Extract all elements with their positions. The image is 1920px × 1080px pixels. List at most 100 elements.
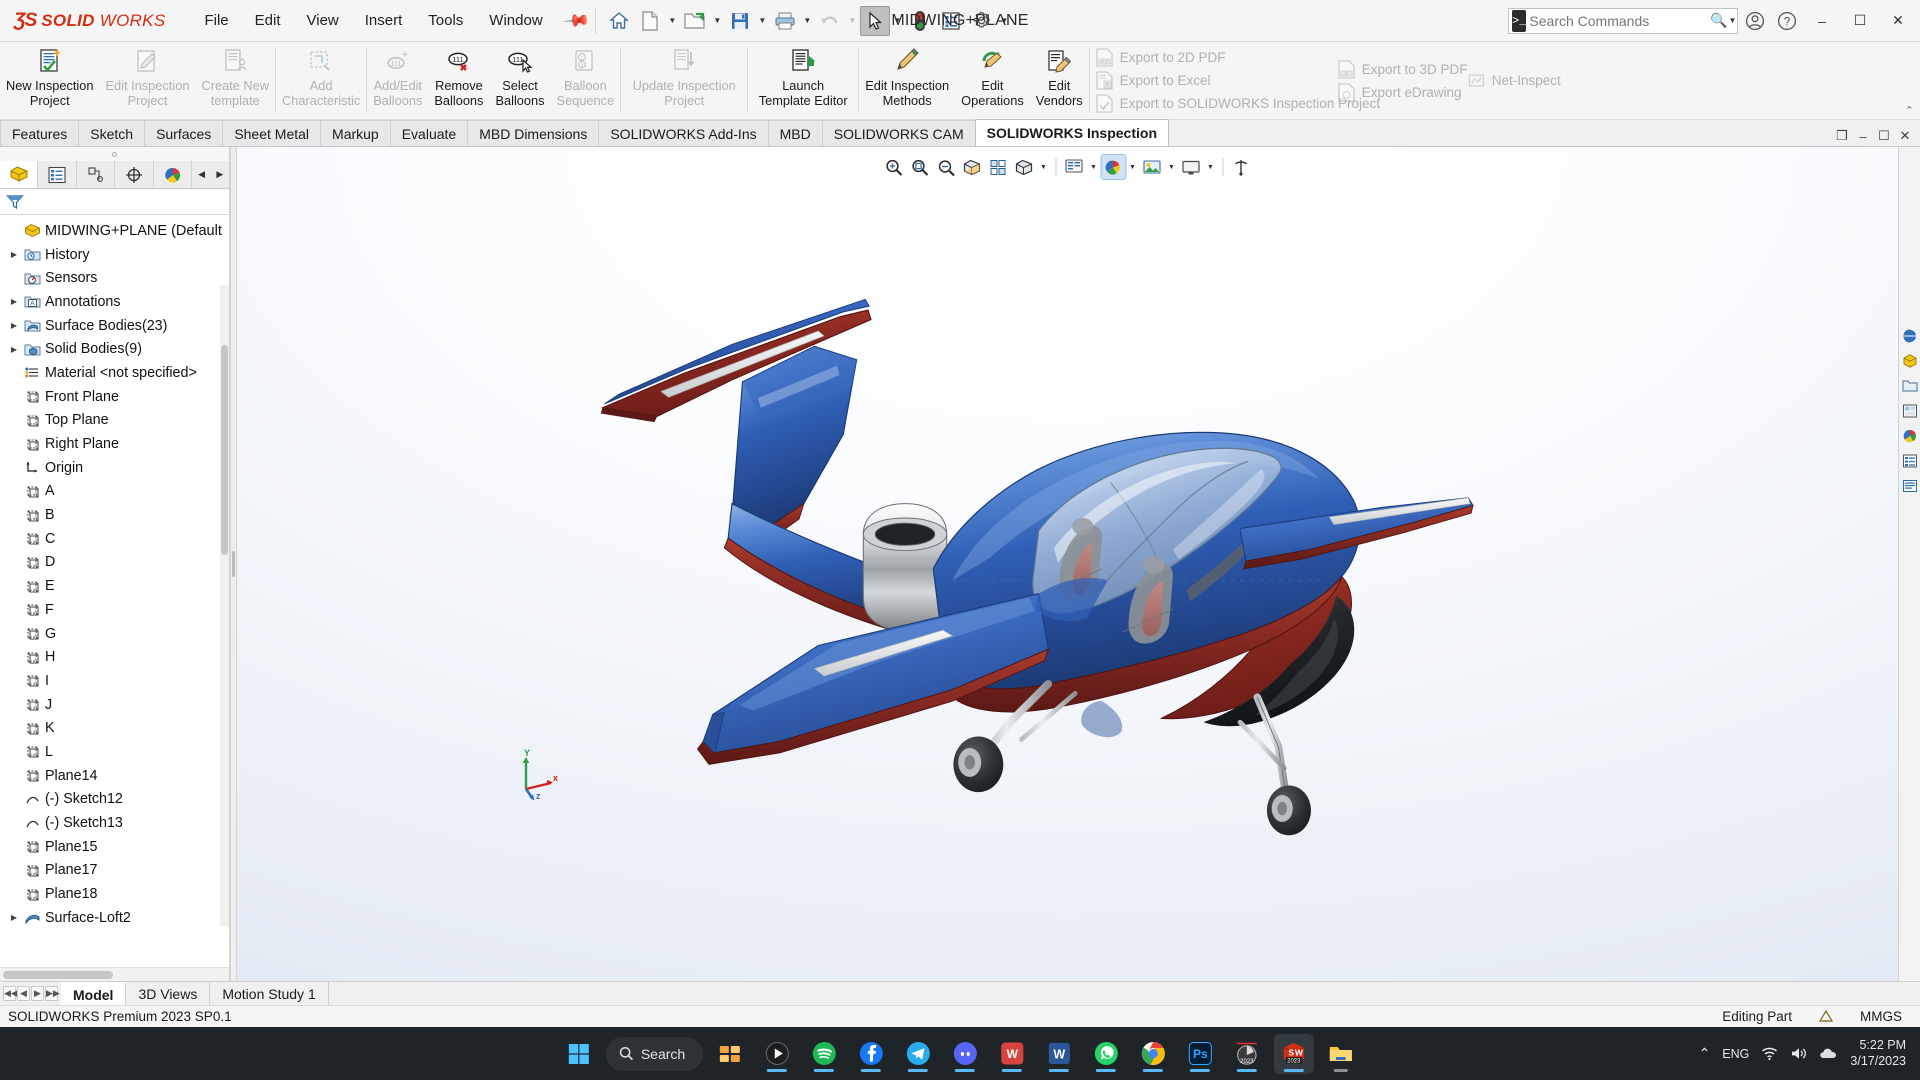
bottom-tab-motion-study[interactable]: Motion Study 1: [210, 982, 328, 1005]
solidworks-resources-icon[interactable]: [1899, 323, 1920, 348]
pin-icon[interactable]: 📌: [562, 6, 591, 35]
window-close-button[interactable]: ✕: [1880, 6, 1916, 36]
select-pointer-icon[interactable]: [860, 6, 890, 36]
tree-item-plane14[interactable]: ▶Plane14: [0, 764, 229, 788]
edit-operations-button[interactable]: Edit Operations: [955, 42, 1030, 119]
tree-item-sketch13[interactable]: ▶(-) Sketch13: [0, 811, 229, 835]
tree-item-origin[interactable]: ▶ Origin: [0, 456, 229, 480]
tab-surfaces[interactable]: Surfaces: [144, 120, 223, 146]
status-unit-system[interactable]: MMGS: [1860, 1009, 1902, 1024]
tree-item-front-plane[interactable]: ▶ Front Plane: [0, 385, 229, 409]
taskview-icon[interactable]: [710, 1034, 750, 1074]
hide-show-items-icon[interactable]: [1062, 155, 1086, 179]
restore-window-icon[interactable]: ❐: [1833, 128, 1851, 144]
tab-evaluate[interactable]: Evaluate: [390, 120, 468, 146]
configuration-manager-tab[interactable]: [77, 161, 115, 188]
dimxpert-manager-tab[interactable]: [115, 161, 153, 188]
tree-item-plane-f[interactable]: ▶F: [0, 598, 229, 622]
taskbar-search-box[interactable]: Search: [606, 1037, 703, 1071]
photoshop-icon[interactable]: Ps: [1180, 1034, 1220, 1074]
aircraft-3d-model[interactable]: [237, 147, 1898, 981]
facebook-icon[interactable]: [851, 1034, 891, 1074]
user-account-icon[interactable]: [1740, 6, 1770, 36]
first-tab-button[interactable]: ◀◀: [3, 986, 16, 1001]
feature-tree-filter[interactable]: [0, 189, 229, 215]
launch-template-editor-button[interactable]: Launch Template Editor: [748, 42, 858, 119]
ribbon-collapse-chevron[interactable]: ⌃: [1905, 104, 1914, 117]
discord-icon[interactable]: [945, 1034, 985, 1074]
tab-solidworks-cam[interactable]: SOLIDWORKS CAM: [822, 120, 976, 146]
tab-sketch[interactable]: Sketch: [78, 120, 145, 146]
search-input[interactable]: [1529, 13, 1710, 29]
display-manager-tab[interactable]: [154, 161, 192, 188]
edit-appearance-icon[interactable]: [1101, 155, 1125, 179]
search-icon[interactable]: 🔍: [1710, 12, 1727, 29]
panel-splitter[interactable]: [230, 147, 237, 981]
prev-tab-button[interactable]: ◀: [17, 986, 30, 1001]
media-player-icon[interactable]: [757, 1034, 797, 1074]
design-library-icon[interactable]: [1899, 348, 1920, 373]
zoom-to-area-icon[interactable]: [908, 155, 932, 179]
3ds-max-icon[interactable]: 2023: [1227, 1034, 1267, 1074]
windows-start-icon[interactable]: [559, 1034, 599, 1074]
view-settings-dropdown-arrow[interactable]: ▼: [1205, 155, 1216, 179]
unit-system-icon[interactable]: [1818, 1009, 1834, 1024]
feature-manager-handle[interactable]: [0, 147, 229, 161]
tree-item-plane18[interactable]: ▶Plane18: [0, 882, 229, 906]
file-explorer-app-icon[interactable]: [1321, 1034, 1361, 1074]
next-tab-button[interactable]: ▶: [31, 986, 44, 1001]
volume-icon[interactable]: [1790, 1046, 1807, 1061]
menu-item-insert[interactable]: Insert: [352, 7, 416, 34]
chrome-icon[interactable]: [1133, 1034, 1173, 1074]
realview-icon[interactable]: [1229, 155, 1253, 179]
solidworks-forum-icon[interactable]: [1899, 473, 1920, 498]
tree-item-plane-j[interactable]: ▶J: [0, 693, 229, 717]
menu-item-file[interactable]: File: [191, 7, 241, 34]
tree-item-sketch12[interactable]: ▶(-) Sketch12: [0, 788, 229, 812]
minimize-window-icon[interactable]: –: [1854, 129, 1872, 144]
wifi-icon[interactable]: [1761, 1046, 1778, 1061]
tree-item-plane-e[interactable]: ▶E: [0, 574, 229, 598]
custom-properties-icon[interactable]: [1899, 448, 1920, 473]
search-commands-box[interactable]: >_ 🔍 ▼: [1508, 8, 1738, 34]
view-orientation-icon[interactable]: [986, 155, 1010, 179]
language-indicator[interactable]: ENG: [1722, 1047, 1749, 1061]
bottom-tab-3d-views[interactable]: 3D Views: [126, 982, 210, 1005]
expander[interactable]: ▶: [6, 321, 22, 330]
solidworks-app-icon[interactable]: SW2023: [1274, 1034, 1314, 1074]
wps-office-icon[interactable]: W: [992, 1034, 1032, 1074]
tree-item-sensors[interactable]: ▶ Sensors: [0, 266, 229, 290]
tab-sheet-metal[interactable]: Sheet Metal: [222, 120, 321, 146]
search-dropdown-arrow[interactable]: ▼: [1728, 16, 1737, 25]
tree-item-plane-b[interactable]: ▶B: [0, 503, 229, 527]
apply-scene-icon[interactable]: [1140, 155, 1164, 179]
new-document-icon[interactable]: [635, 6, 665, 36]
print-dropdown-arrow[interactable]: ▼: [801, 6, 814, 36]
undo-icon[interactable]: [815, 6, 845, 36]
file-explorer-icon[interactable]: [1899, 373, 1920, 398]
tab-solidworks-add-ins[interactable]: SOLIDWORKS Add-Ins: [598, 120, 768, 146]
window-maximize-button[interactable]: ☐: [1842, 6, 1878, 36]
tab-mbd-dimensions[interactable]: MBD Dimensions: [467, 120, 599, 146]
print-icon[interactable]: [770, 6, 800, 36]
tray-chevron-icon[interactable]: ⌃: [1699, 1045, 1711, 1062]
appearance-dropdown-arrow[interactable]: ▼: [1127, 155, 1138, 179]
expander[interactable]: ▶: [6, 345, 22, 354]
scrollbar-thumb[interactable]: [3, 971, 113, 979]
tab-markup[interactable]: Markup: [320, 120, 391, 146]
menu-item-view[interactable]: View: [294, 7, 352, 34]
tree-item-part-root[interactable]: ▶ MIDWING+PLANE (Default: [0, 219, 229, 243]
tree-item-material[interactable]: ▶ Material <not specified>: [0, 361, 229, 385]
home-icon[interactable]: [604, 6, 634, 36]
appearances-scenes-icon[interactable]: [1899, 423, 1920, 448]
tree-item-plane-l[interactable]: ▶L: [0, 740, 229, 764]
tree-item-plane-h[interactable]: ▶H: [0, 645, 229, 669]
telegram-icon[interactable]: [898, 1034, 938, 1074]
spotify-icon[interactable]: [804, 1034, 844, 1074]
view-settings-icon[interactable]: [1179, 155, 1203, 179]
previous-view-icon[interactable]: [934, 155, 958, 179]
edit-inspection-methods-button[interactable]: Edit Inspection Methods: [859, 42, 955, 119]
feature-manager-tabs-scroll-right[interactable]: ▶: [211, 161, 229, 188]
last-tab-button[interactable]: ▶▶: [45, 986, 58, 1001]
tree-item-surface-bodies[interactable]: ▶ Surface Bodies(23): [0, 314, 229, 338]
